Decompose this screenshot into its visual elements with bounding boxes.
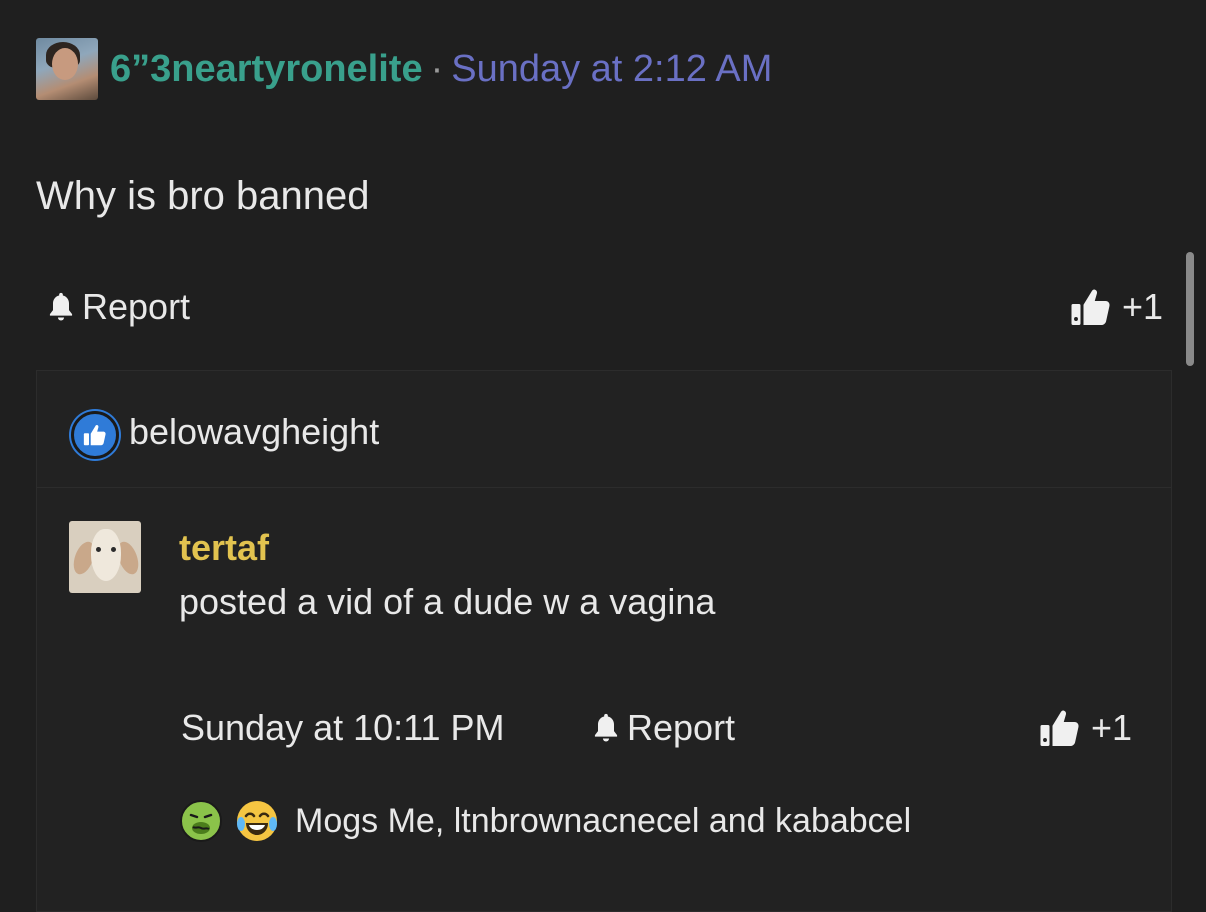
post-body: Why is bro banned [36, 174, 370, 218]
post-author[interactable]: 6”3neartyronelite [110, 48, 423, 91]
avatar-eye [96, 547, 101, 552]
reply-avatar[interactable] [69, 521, 141, 593]
liker-name[interactable]: belowavgheight [129, 411, 379, 453]
post-header: 6”3neartyronelite · Sunday at 2:12 AM [36, 37, 772, 101]
reply-author[interactable]: tertaf [179, 527, 269, 569]
reactions-summary[interactable]: Mogs Me, ltnbrownacnecel and kababcel [179, 799, 911, 843]
bell-icon [594, 713, 618, 742]
like-button[interactable]: +1 [1070, 286, 1163, 328]
avatar-eye [111, 547, 116, 552]
reply-like-button[interactable]: +1 [1039, 707, 1132, 749]
reply-section: belowavgheight tertaf posted a vid of a … [36, 370, 1172, 912]
thumbs-up-icon [1040, 710, 1079, 746]
avatar-head [91, 529, 121, 581]
report-button[interactable]: Report [46, 286, 190, 328]
report-label: Report [82, 286, 191, 327]
avatar[interactable] [36, 38, 98, 100]
thumbs-up-icon [83, 425, 106, 446]
like-count: +1 [1122, 286, 1164, 327]
bell-icon [49, 292, 73, 321]
post-timestamp[interactable]: Sunday at 2:12 AM [451, 48, 772, 91]
reply-timestamp[interactable]: Sunday at 10:11 PM [181, 707, 505, 749]
reply-report-button[interactable]: Report [591, 707, 735, 749]
sick-face-icon [180, 800, 222, 842]
reply-body: posted a vid of a dude w a vagina [179, 581, 716, 622]
laughing-crying-face-icon [237, 801, 277, 841]
report-label: Report [627, 707, 736, 748]
like-reaction-badge [71, 411, 119, 459]
scrollbar[interactable] [1186, 252, 1194, 366]
thumbs-up-icon [1071, 289, 1110, 325]
avatar-face [52, 48, 78, 80]
like-count: +1 [1091, 707, 1133, 748]
reactions-text: Mogs Me, ltnbrownacnecel and kababcel [295, 801, 912, 840]
likes-row: belowavgheight [37, 371, 1171, 488]
separator: · [430, 47, 444, 90]
